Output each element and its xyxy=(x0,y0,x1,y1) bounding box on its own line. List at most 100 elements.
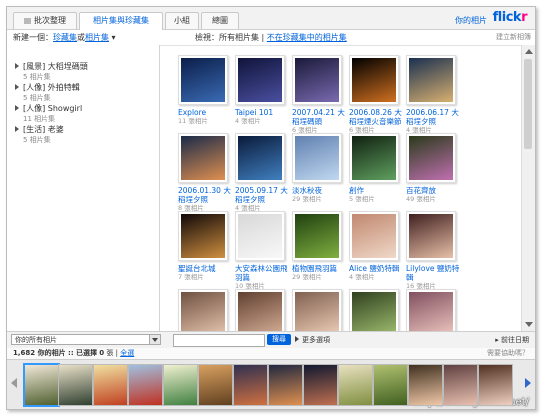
set-thumbnail[interactable] xyxy=(292,211,342,261)
set-title[interactable]: 創作 xyxy=(349,186,407,195)
set-thumbnail[interactable] xyxy=(292,133,342,183)
set-thumbnail[interactable] xyxy=(349,55,399,105)
collection-item[interactable]: [風景] 大稻埕碼頭 5 相片集 xyxy=(15,61,88,82)
help-link[interactable]: 需要協助嗎？ xyxy=(487,348,529,359)
search-button[interactable]: 搜尋 xyxy=(267,334,291,345)
scrollbar-thumb[interactable] xyxy=(524,59,532,149)
set-title[interactable]: 淡水秋夜 xyxy=(292,186,350,195)
set-thumbnail[interactable] xyxy=(235,133,285,183)
strip-photo-thumbnail[interactable] xyxy=(408,364,443,406)
strip-photo-thumbnail[interactable] xyxy=(338,364,373,406)
view-all-sets[interactable]: 所有相片集 xyxy=(219,33,259,42)
set-tile[interactable]: 淡水秋夜 29 張相片 xyxy=(292,133,350,203)
strip-photo-thumbnail[interactable] xyxy=(58,364,93,406)
set-title[interactable]: Explore xyxy=(178,108,236,117)
set-thumbnail[interactable] xyxy=(349,211,399,261)
grid-scrollbar[interactable] xyxy=(521,45,535,331)
set-thumbnail[interactable] xyxy=(349,133,399,183)
set-tile[interactable]: 植物園飛羽篇 29 張相片 xyxy=(292,211,350,281)
strip-photo-thumbnail[interactable] xyxy=(198,364,233,406)
set-title[interactable]: 聖誕台北城 xyxy=(178,264,236,273)
set-tile[interactable]: 聖誕台北城 7 張相片 xyxy=(178,211,236,281)
set-tile[interactable]: 大安森林公園飛羽篇 10 張相片 xyxy=(235,211,293,290)
select-all-link[interactable]: 全選 xyxy=(120,349,134,357)
set-thumbnail[interactable] xyxy=(235,289,285,331)
more-options-link[interactable]: 更多選項 xyxy=(295,335,330,345)
set-title[interactable]: 大安森林公園飛羽篇 xyxy=(235,264,293,282)
set-thumbnail[interactable] xyxy=(292,289,342,331)
set-thumbnail[interactable] xyxy=(178,133,228,183)
set-tile[interactable]: 創作 5 張相片 xyxy=(349,133,407,203)
strip-photo-thumbnail[interactable] xyxy=(303,364,338,406)
expand-arrow-icon[interactable] xyxy=(15,84,19,90)
set-tile[interactable]: 2006.06.17 大稻埕夕照 4 張相片 xyxy=(406,55,464,134)
strip-left-arrow-icon[interactable] xyxy=(11,378,17,388)
set-thumbnail[interactable] xyxy=(178,55,228,105)
scroll-down-icon[interactable] xyxy=(525,322,533,327)
scroll-up-icon[interactable] xyxy=(525,49,533,54)
set-title[interactable]: 植物園飛羽篇 xyxy=(292,264,350,273)
select-dropdown-icon[interactable] xyxy=(149,335,160,344)
expand-arrow-icon[interactable] xyxy=(15,105,19,111)
set-tile[interactable] xyxy=(349,289,407,331)
set-title[interactable]: Lilylove 鹽奶特輯 xyxy=(406,264,464,282)
set-thumbnail[interactable] xyxy=(406,289,456,331)
set-title[interactable]: 2005.09.17 大稻埕夕照 xyxy=(235,186,293,204)
collection-item[interactable]: [人像] 外拍特輯 5 相片集 xyxy=(15,82,80,103)
set-tile[interactable]: Explore 11 張相片 xyxy=(178,55,236,125)
new-collection-link[interactable]: 珍藏集 xyxy=(53,33,77,42)
view-uncollected-sets[interactable]: 不在珍藏集中的相片集 xyxy=(267,33,347,42)
set-tile[interactable]: 2005.09.17 大稻埕夕照 4 張相片 xyxy=(235,133,293,212)
set-thumbnail[interactable] xyxy=(349,289,399,331)
create-new-album[interactable]: 建立新相簿 xyxy=(496,30,531,45)
set-tile[interactable] xyxy=(178,289,236,331)
set-tile[interactable]: Alice 鹽奶特輯 4 張相片 xyxy=(349,211,407,281)
set-title[interactable]: 百花齊放 xyxy=(406,186,464,195)
go-to-date[interactable]: ▸ 前往日期 xyxy=(495,335,529,345)
set-thumbnail[interactable] xyxy=(406,211,456,261)
expand-arrow-icon[interactable] xyxy=(15,126,19,132)
flickr-logo[interactable]: flickr xyxy=(493,10,528,25)
search-input[interactable] xyxy=(173,334,265,347)
set-thumbnail[interactable] xyxy=(178,211,228,261)
tab-batch-organize[interactable]: 批次整理 xyxy=(13,12,77,29)
set-title[interactable]: 2007.04.21 大稻埕碼頭 xyxy=(292,108,350,126)
strip-photo-thumbnail[interactable] xyxy=(478,364,513,406)
photo-source-select[interactable]: 你的所有相片 xyxy=(11,334,161,345)
strip-right-arrow-icon[interactable] xyxy=(525,378,531,388)
set-tile[interactable] xyxy=(235,289,293,331)
strip-photo-thumbnail[interactable] xyxy=(163,364,198,406)
strip-photo-thumbnail[interactable] xyxy=(268,364,303,406)
strip-photo-thumbnail[interactable] xyxy=(128,364,163,406)
dropdown-arrow-icon[interactable]: ▾ xyxy=(109,33,116,42)
set-tile[interactable] xyxy=(406,289,464,331)
tab-sets-collections[interactable]: 相片集與珍藏集 xyxy=(79,12,163,30)
strip-photo-thumbnail[interactable] xyxy=(443,364,478,406)
collection-item[interactable]: [人像] Showgirl 11 相片集 xyxy=(15,103,82,124)
strip-photo-thumbnail[interactable] xyxy=(23,363,60,407)
tab-map[interactable]: 總圖 xyxy=(201,12,239,29)
set-title[interactable]: 2006.06.17 大稻埕夕照 xyxy=(406,108,464,126)
set-tile[interactable] xyxy=(292,289,350,331)
set-tile[interactable]: 2006.01.30 大稻埕夕照 8 張相片 xyxy=(178,133,236,212)
strip-photo-thumbnail[interactable] xyxy=(93,364,128,406)
set-title[interactable]: Alice 鹽奶特輯 xyxy=(349,264,407,273)
set-thumbnail[interactable] xyxy=(406,133,456,183)
set-title[interactable]: 2006.01.30 大稻埕夕照 xyxy=(178,186,236,204)
set-thumbnail[interactable] xyxy=(406,55,456,105)
tab-groups[interactable]: 小組 xyxy=(165,12,199,29)
my-photos-link[interactable]: 你的相片 xyxy=(455,15,487,26)
set-tile[interactable]: Lilylove 鹽奶特輯 16 張相片 xyxy=(406,211,464,290)
set-thumbnail[interactable] xyxy=(235,211,285,261)
set-tile[interactable]: 百花齊放 49 張相片 xyxy=(406,133,464,203)
collection-item[interactable]: [生活] 老婆 5 相片集 xyxy=(15,124,64,145)
set-title[interactable]: 2006.08.26 大稻埕煙火音樂節 xyxy=(349,108,407,126)
expand-arrow-icon[interactable] xyxy=(15,63,19,69)
new-set-link[interactable]: 相片集 xyxy=(85,33,109,42)
strip-photo-thumbnail[interactable] xyxy=(233,364,268,406)
set-thumbnail[interactable] xyxy=(235,55,285,105)
set-title[interactable]: Taipei 101 xyxy=(235,108,293,117)
set-thumbnail[interactable] xyxy=(292,55,342,105)
set-tile[interactable]: 2007.04.21 大稻埕碼頭 6 張相片 xyxy=(292,55,350,134)
set-tile[interactable]: 2006.08.26 大稻埕煙火音樂節 6 張相片 xyxy=(349,55,407,134)
